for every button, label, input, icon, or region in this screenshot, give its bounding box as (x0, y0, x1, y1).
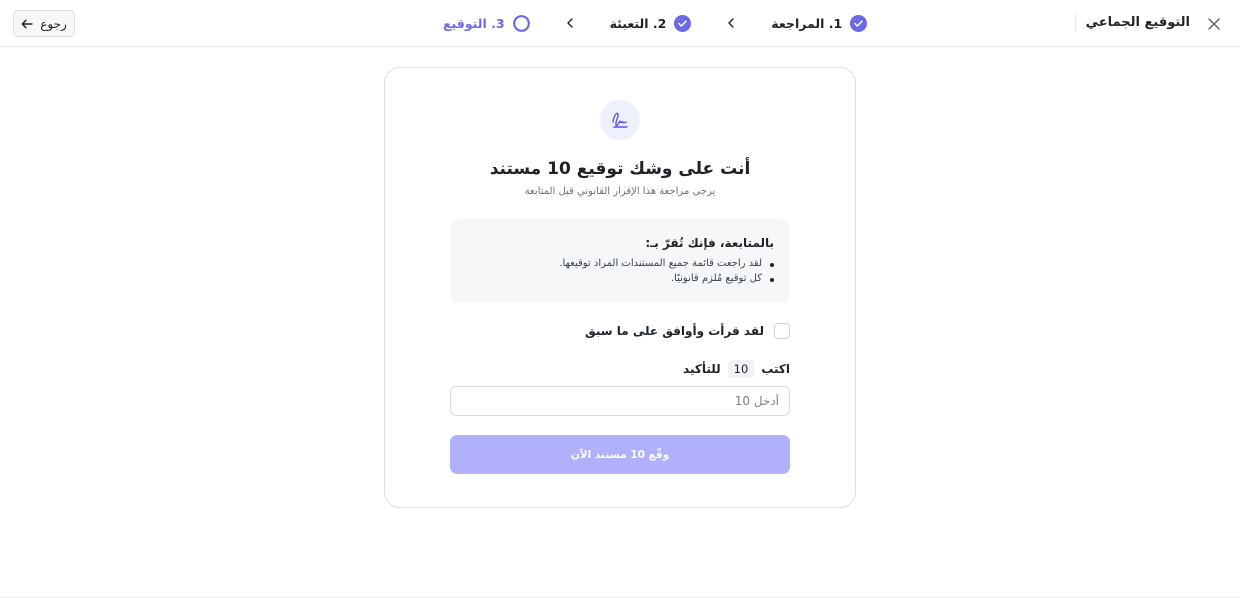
step-sign-label: 3. التوقيع (443, 15, 505, 31)
step-sign[interactable]: 3. التوقيع (443, 14, 530, 32)
card-subtitle: يرجى مراجعة هذا الإقرار القانوني قبل الم… (524, 186, 716, 197)
step-review[interactable]: 1. المراجعة (771, 14, 868, 32)
agree-label: لقد قرأت وأوافق على ما سبق (585, 324, 764, 338)
step-review-label: 1. المراجعة (771, 15, 843, 31)
signature-icon (600, 100, 640, 140)
confirm-code: 10 (727, 360, 755, 378)
back-button[interactable]: رجوع (13, 10, 75, 37)
notice-item: لقد راجعت قائمة جميع المستندات المراد تو… (466, 258, 774, 269)
agree-checkbox[interactable] (774, 323, 790, 339)
close-button[interactable] (1202, 12, 1226, 36)
step-separator (727, 18, 735, 28)
check-circle-icon (674, 14, 692, 32)
legal-notice: بالمتابعة، فإنك تُقرّ بـ: لقد راجعت قائم… (450, 219, 790, 303)
confirm-prefix: اكتب (761, 362, 790, 376)
notice-heading: بالمتابعة، فإنك تُقرّ بـ: (645, 236, 774, 250)
confirm-instruction: اكتب 10 للتأكيد (683, 360, 790, 378)
stepper: 1. المراجعة 2. التعبئة 3. التوقيع (443, 12, 868, 34)
confirmation-card: أنت على وشك توقيع 10 مستند يرجى مراجعة ه… (384, 67, 856, 508)
check-circle-icon (850, 14, 868, 32)
app-title: التوقيع الجماعي (1074, 14, 1190, 32)
ring-icon (512, 14, 530, 32)
chevron-left-icon (728, 18, 734, 28)
card-title: أنت على وشك توقيع 10 مستند (489, 159, 751, 179)
notice-list: لقد راجعت قائمة جميع المستندات المراد تو… (466, 258, 774, 284)
agree-row[interactable]: لقد قرأت وأوافق على ما سبق (585, 323, 790, 339)
step-fill-label: 2. التعبئة (609, 15, 667, 31)
sign-now-button[interactable]: وقّع 10 مستند الآن (450, 435, 790, 474)
arrow-left-icon (21, 19, 33, 28)
chevron-left-icon (566, 18, 573, 28)
top-bar: التوقيع الجماعي 1. المراجعة 2. التعبئة 3… (0, 0, 1240, 47)
back-button-label: رجوع (40, 16, 67, 31)
close-icon (1208, 18, 1220, 30)
notice-item: كل توقيع مُلزم قانونيًا. (466, 273, 774, 284)
step-fill[interactable]: 2. التعبئة (609, 14, 692, 32)
confirm-input[interactable] (450, 386, 790, 416)
confirm-suffix: للتأكيد (683, 362, 721, 376)
step-separator (566, 18, 574, 28)
